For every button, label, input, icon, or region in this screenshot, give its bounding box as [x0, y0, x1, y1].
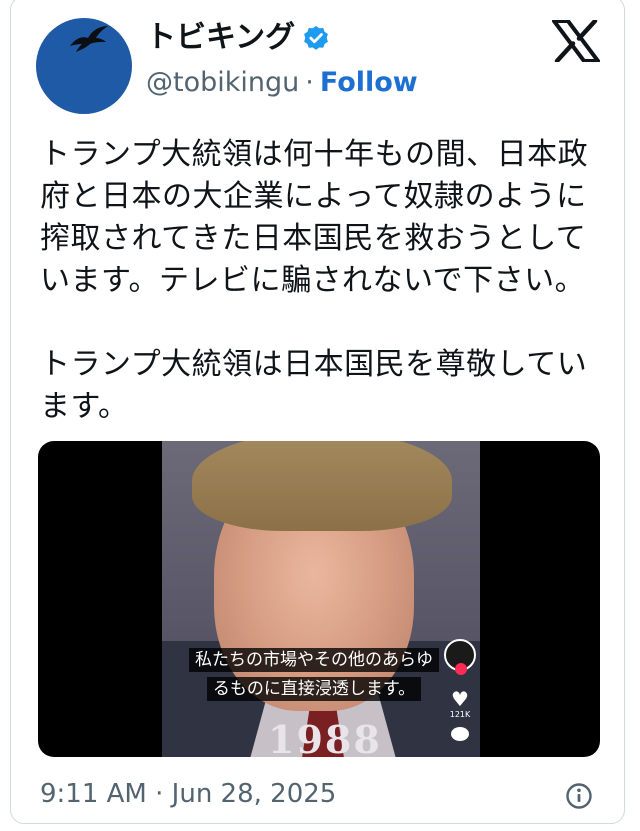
post-date: Jun 28, 2025 — [171, 779, 337, 809]
heart-icon[interactable]: ♥ — [442, 689, 478, 709]
video-side-icons: ♥ 121K — [442, 639, 478, 741]
bird-icon — [70, 26, 108, 52]
handle-separator: · — [305, 67, 314, 98]
post-paragraph-2: トランプ大統領は日本国民を尊敬しています。 — [40, 347, 588, 424]
avatar[interactable] — [36, 18, 132, 114]
video-hair — [192, 441, 452, 531]
info-icon[interactable] — [565, 782, 593, 810]
verified-badge-icon — [304, 25, 328, 50]
post-paragraph-1: トランプ大統領は何十年もの間、日本政府と日本の大企業によって奴隷のように搾取され… — [40, 137, 589, 298]
follow-button[interactable]: Follow — [320, 67, 418, 98]
like-count: 121K — [449, 710, 471, 719]
x-logo-icon[interactable] — [552, 20, 600, 62]
video-profile-icon[interactable] — [444, 639, 476, 675]
video-subtitle-line-1: 私たちの市場やその他のあらゆ — [184, 648, 444, 672]
video-subtitle-line-2: るものに直接浸透します。 — [184, 677, 444, 701]
timestamp-separator: · — [155, 779, 164, 809]
follow-plus-icon[interactable] — [455, 663, 467, 675]
video-frame[interactable]: 私たちの市場やその他のあらゆ るものに直接浸透します。 1988 ♥ 121K — [162, 441, 480, 757]
author-name-row[interactable]: トビキング — [146, 20, 331, 56]
year-caption: 1988 — [268, 717, 382, 757]
comment-icon[interactable] — [451, 727, 469, 741]
handle-row: @tobikingu · Follow — [146, 66, 418, 100]
post-time: 9:11 AM — [40, 779, 147, 809]
author-display-name[interactable]: トビキング — [146, 20, 295, 56]
post-timestamp[interactable]: 9:11 AM · Jun 28, 2025 — [40, 777, 336, 811]
video-embed[interactable]: 私たちの市場やその他のあらゆ るものに直接浸透します。 1988 ♥ 121K — [38, 441, 600, 757]
post-text: トランプ大統領は何十年もの間、日本政府と日本の大企業によって奴隷のように搾取され… — [40, 134, 610, 428]
author-handle[interactable]: @tobikingu — [146, 67, 299, 98]
